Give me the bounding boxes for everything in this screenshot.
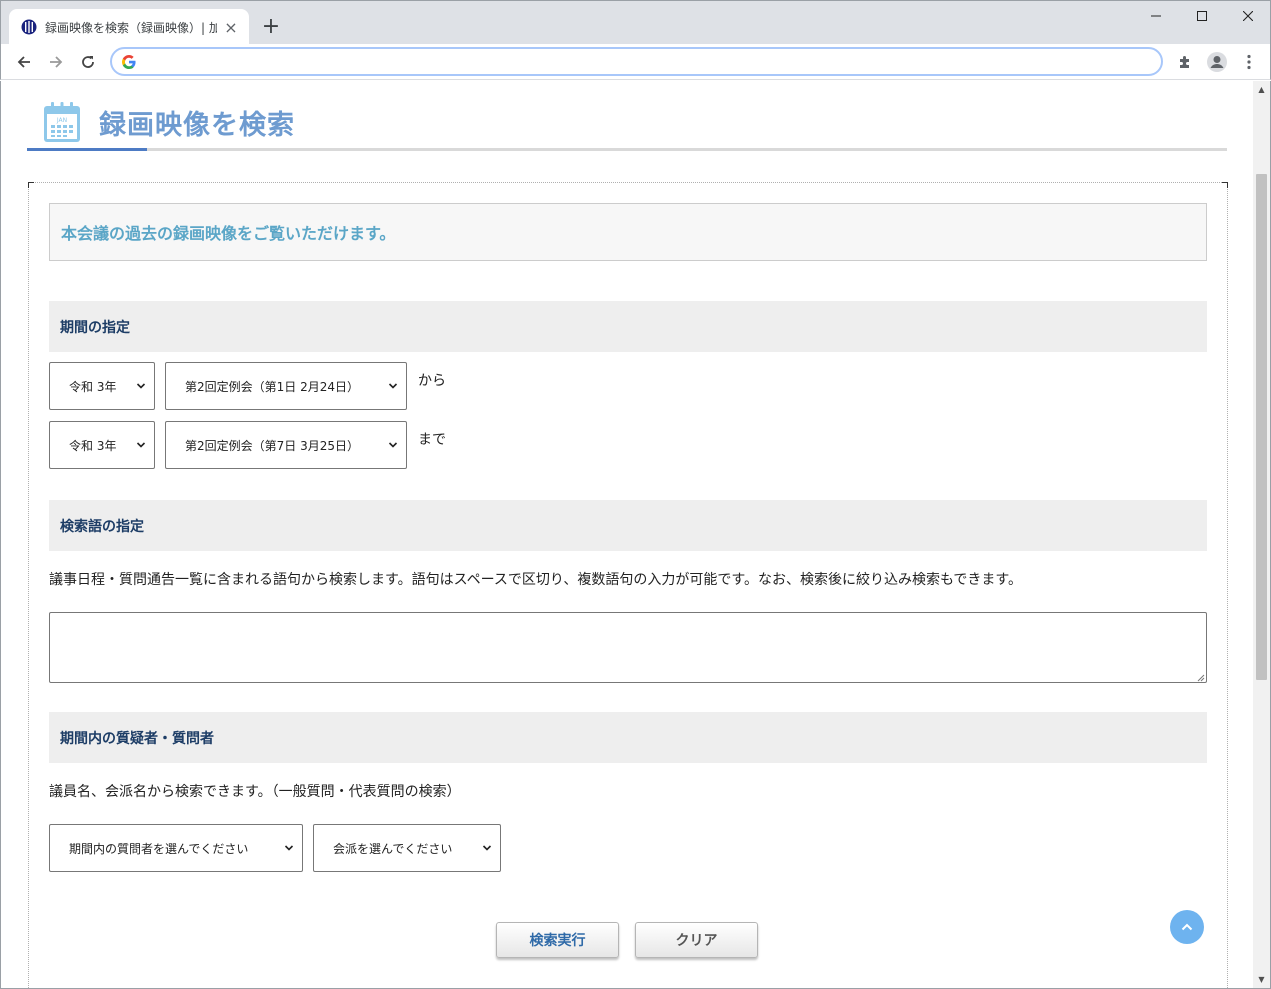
tab-title: 録画映像を検索（録画映像）| 加 xyxy=(45,20,217,35)
keyword-section-heading: 検索語の指定 xyxy=(49,500,1207,551)
from-year-value: 令和 3年 xyxy=(69,379,117,394)
to-session-value: 第2回定例会（第7日 3月25日） xyxy=(185,438,359,453)
chevron-down-icon xyxy=(482,845,492,851)
resize-grip-icon[interactable] xyxy=(1195,672,1205,682)
to-year-select[interactable]: 令和 3年 xyxy=(49,421,155,469)
scroll-up-icon[interactable]: ▲ xyxy=(1253,81,1270,98)
extensions-button[interactable] xyxy=(1171,48,1199,76)
keyword-input[interactable] xyxy=(49,612,1207,683)
from-session-select[interactable]: 第2回定例会（第1日 2月24日） xyxy=(165,362,407,410)
search-button[interactable]: 検索実行 xyxy=(496,922,619,958)
tab-strip: 録画映像を検索（録画映像）| 加 × + xyxy=(0,0,1271,45)
from-suffix: から xyxy=(418,373,446,389)
chevron-up-icon xyxy=(1181,923,1193,931)
panel-corner-mark xyxy=(1222,182,1228,188)
page-viewport: JAN 録画映像を検索 本会議の過去の録画映像をご覧いただけます。 期間の指定 … xyxy=(0,81,1271,989)
browser-toolbar xyxy=(0,44,1271,80)
browser-tab[interactable]: 録画映像を検索（録画映像）| 加 × xyxy=(9,9,249,45)
chevron-down-icon xyxy=(136,442,146,448)
to-year-value: 令和 3年 xyxy=(69,438,117,453)
minimize-button[interactable] xyxy=(1133,1,1179,31)
page-title: 録画映像を検索 xyxy=(99,110,295,141)
address-bar[interactable] xyxy=(110,47,1163,76)
chevron-down-icon xyxy=(136,383,146,389)
member-select-value: 期間内の質問者を選んでください xyxy=(69,841,249,856)
maximize-button[interactable] xyxy=(1179,1,1225,31)
scrollbar-thumb[interactable] xyxy=(1256,174,1267,680)
intro-message: 本会議の過去の録画映像をご覧いただけます。 xyxy=(49,203,1207,261)
from-session-value: 第2回定例会（第1日 2月24日） xyxy=(185,379,359,394)
site-favicon-icon xyxy=(21,19,37,35)
reload-icon xyxy=(82,56,94,68)
vertical-scrollbar[interactable]: ▲ ▼ xyxy=(1253,81,1270,988)
page-header: JAN 録画映像を検索 xyxy=(27,81,1227,153)
to-session-select[interactable]: 第2回定例会（第7日 3月25日） xyxy=(165,421,407,469)
calendar-icon: JAN xyxy=(44,102,80,142)
arrow-right-icon xyxy=(50,56,63,68)
tab-close-icon[interactable]: × xyxy=(223,18,239,37)
back-to-top-button[interactable] xyxy=(1170,910,1204,944)
account-icon xyxy=(1207,52,1227,72)
panel-corner-mark xyxy=(28,182,34,188)
chevron-down-icon xyxy=(388,442,398,448)
arrow-left-icon xyxy=(17,56,30,68)
period-section-heading: 期間の指定 xyxy=(49,301,1207,352)
url-input[interactable] xyxy=(144,53,1161,70)
chevron-down-icon xyxy=(284,845,294,851)
profile-button[interactable] xyxy=(1203,48,1231,76)
faction-select[interactable]: 会派を選んでください xyxy=(313,824,501,872)
close-window-button[interactable] xyxy=(1225,1,1271,31)
more-vert-icon xyxy=(1247,54,1251,70)
google-g-icon xyxy=(122,54,136,69)
clear-button[interactable]: クリア xyxy=(635,922,758,958)
from-year-select[interactable]: 令和 3年 xyxy=(49,362,155,410)
questioner-section-heading: 期間内の質疑者・質問者 xyxy=(49,712,1207,763)
reload-button[interactable] xyxy=(74,48,102,76)
minimize-icon xyxy=(1151,15,1161,17)
close-icon xyxy=(1243,11,1253,21)
puzzle-icon xyxy=(1180,56,1189,68)
maximize-icon xyxy=(1197,11,1207,21)
scroll-down-icon[interactable]: ▼ xyxy=(1253,971,1270,988)
back-button[interactable] xyxy=(10,48,38,76)
forward-button[interactable] xyxy=(42,48,70,76)
member-select[interactable]: 期間内の質問者を選んでください xyxy=(49,824,303,872)
header-divider xyxy=(27,148,1227,151)
keyword-description: 議事日程・質問通告一覧に含まれる語句から検索します。語句はスペースで区切り、複数… xyxy=(49,572,1022,588)
to-suffix: まで xyxy=(418,432,446,448)
chevron-down-icon xyxy=(388,383,398,389)
header-divider-accent xyxy=(27,148,147,151)
new-tab-button[interactable]: + xyxy=(259,14,283,39)
search-panel: 本会議の過去の録画映像をご覧いただけます。 期間の指定 令和 3年 第2回定例会… xyxy=(28,182,1228,988)
questioner-description: 議員名、会派名から検索できます。（一般質問・代表質問の検索） xyxy=(49,784,461,800)
menu-button[interactable] xyxy=(1235,48,1263,76)
faction-select-value: 会派を選んでください xyxy=(333,841,453,856)
calendar-month-label: JAN xyxy=(56,117,67,124)
